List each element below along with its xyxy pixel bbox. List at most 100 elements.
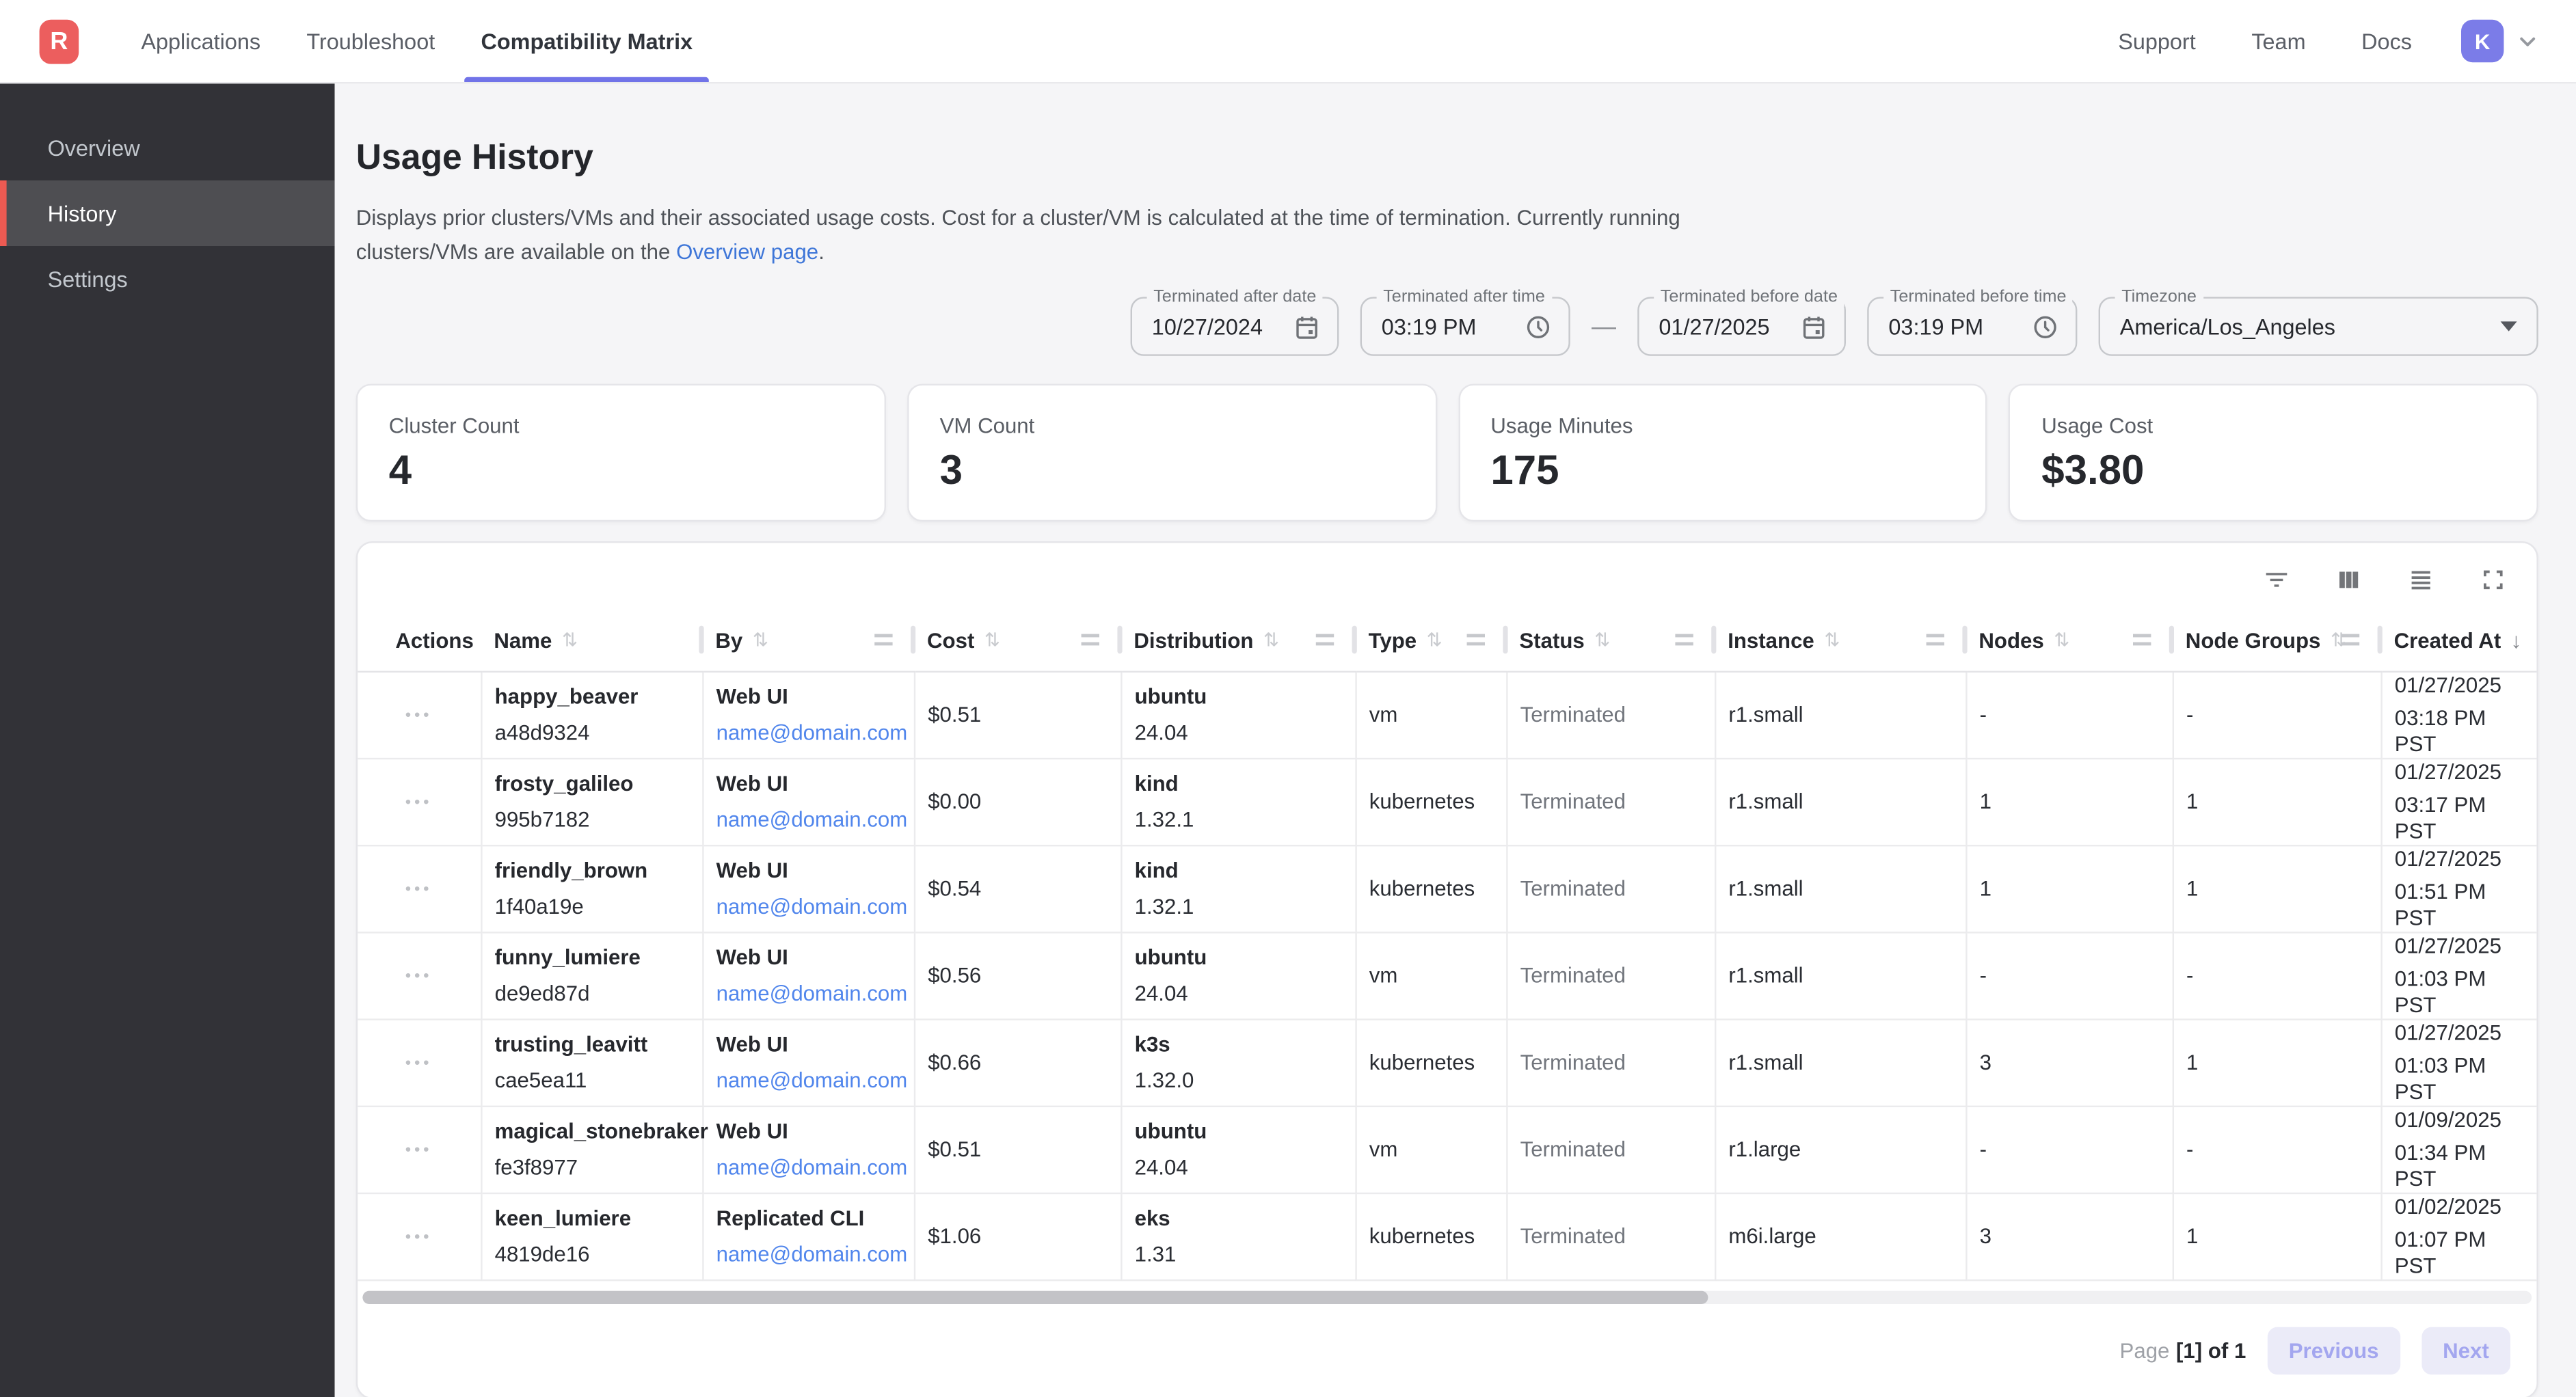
row-actions-button[interactable]: ••• bbox=[402, 704, 435, 729]
column-menu-icon[interactable] bbox=[1467, 634, 1485, 646]
page-label: Page bbox=[2120, 1338, 2170, 1362]
created-date: 01/09/2025 bbox=[2395, 1107, 2523, 1132]
distribution-name: ubuntu bbox=[1135, 944, 1341, 970]
previous-page-button[interactable]: Previous bbox=[2268, 1326, 2400, 1374]
type-value: vm bbox=[1369, 702, 1398, 727]
row-actions-button[interactable]: ••• bbox=[402, 791, 435, 815]
field-value[interactable]: 01/27/2025 bbox=[1659, 314, 1769, 339]
clock-icon[interactable] bbox=[2031, 312, 2059, 340]
table-row: ••• friendly_brown1f40a19e Web UIname@do… bbox=[358, 845, 2536, 932]
column-menu-icon[interactable] bbox=[1927, 634, 1944, 646]
field-label: Terminated after time bbox=[1377, 287, 1552, 307]
nav-item-support[interactable]: Support bbox=[2118, 29, 2196, 53]
created-by-email-link[interactable]: name@domain.com bbox=[716, 1241, 908, 1267]
nav-item-docs[interactable]: Docs bbox=[2361, 29, 2412, 53]
column-label: Actions bbox=[395, 628, 473, 653]
column-header-type[interactable]: Type⇅ bbox=[1355, 610, 1506, 671]
density-icon[interactable] bbox=[2407, 566, 2435, 594]
column-menu-icon[interactable] bbox=[2342, 634, 2359, 646]
avatar[interactable]: K bbox=[2461, 20, 2504, 62]
created-date: 01/02/2025 bbox=[2395, 1193, 2523, 1219]
cost-value: $0.66 bbox=[928, 1050, 981, 1074]
cluster-name: funny_lumiere bbox=[495, 944, 688, 970]
sidebar-item-settings[interactable]: Settings bbox=[0, 246, 335, 312]
column-menu-icon[interactable] bbox=[1316, 634, 1334, 646]
row-actions-button[interactable]: ••• bbox=[402, 1051, 435, 1076]
field-value[interactable]: 03:19 PM bbox=[1382, 314, 1477, 339]
filter-icon[interactable] bbox=[2263, 566, 2291, 594]
clock-icon[interactable] bbox=[1525, 312, 1553, 340]
created-by-email-link[interactable]: name@domain.com bbox=[716, 893, 908, 919]
column-menu-icon[interactable] bbox=[874, 634, 892, 646]
cluster-name: trusting_leavitt bbox=[495, 1031, 688, 1057]
created-by-email-link[interactable]: name@domain.com bbox=[716, 719, 908, 745]
filter-terminated-before-time[interactable]: Terminated before time 03:19 PM bbox=[1867, 297, 2077, 355]
created-by-email-link[interactable]: name@domain.com bbox=[716, 980, 908, 1006]
cost-value: $1.06 bbox=[928, 1223, 981, 1248]
nav-item-troubleshoot[interactable]: Troubleshoot bbox=[284, 0, 458, 82]
column-header-status[interactable]: Status⇅ bbox=[1506, 610, 1715, 671]
calendar-icon[interactable] bbox=[1800, 312, 1828, 340]
row-actions-button[interactable]: ••• bbox=[402, 1225, 435, 1250]
filter-terminated-after-time[interactable]: Terminated after time 03:19 PM bbox=[1360, 297, 1570, 355]
instance-value: r1.small bbox=[1728, 963, 1803, 988]
fullscreen-icon[interactable] bbox=[2479, 566, 2507, 594]
sort-icon: ⇅ bbox=[1824, 629, 1840, 652]
main-content: Usage History Displays prior clusters/VM… bbox=[335, 83, 2576, 1397]
column-header-created-at[interactable]: Created At↓ bbox=[2380, 610, 2536, 671]
row-actions-button[interactable]: ••• bbox=[402, 878, 435, 902]
nav-item-applications[interactable]: Applications bbox=[118, 0, 284, 82]
nav-item-team[interactable]: Team bbox=[2251, 29, 2305, 53]
field-value[interactable]: 03:19 PM bbox=[1888, 314, 1983, 339]
created-date: 01/27/2025 bbox=[2395, 1020, 2523, 1046]
replicated-logo[interactable]: R bbox=[40, 19, 79, 64]
created-by-email-link[interactable]: name@domain.com bbox=[716, 1067, 908, 1093]
filter-terminated-before-date[interactable]: Terminated before date 01/27/2025 bbox=[1637, 297, 1846, 355]
table-row: ••• happy_beavera48d9324 Web UIname@doma… bbox=[358, 671, 2536, 758]
column-label: Distribution bbox=[1133, 628, 1253, 653]
row-actions-button[interactable]: ••• bbox=[402, 964, 435, 989]
column-header-node-groups[interactable]: Node Groups⇅ bbox=[2173, 610, 2381, 671]
sidebar-item-overview[interactable]: Overview bbox=[0, 115, 335, 180]
row-actions-button[interactable]: ••• bbox=[402, 1139, 435, 1163]
page-value: [1] of 1 bbox=[2176, 1338, 2246, 1362]
next-page-button[interactable]: Next bbox=[2421, 1326, 2510, 1374]
horizontal-scrollbar[interactable] bbox=[362, 1290, 2532, 1303]
scrollbar-thumb[interactable] bbox=[362, 1290, 1707, 1303]
column-header-by[interactable]: By⇅ bbox=[702, 610, 914, 671]
table-toolbar bbox=[358, 543, 2536, 610]
sidebar: Overview History Settings bbox=[0, 83, 335, 1397]
overview-page-link[interactable]: Overview page bbox=[676, 239, 818, 264]
sidebar-item-history[interactable]: History bbox=[0, 180, 335, 246]
distribution-version: 24.04 bbox=[1135, 980, 1341, 1006]
caret-down-icon[interactable] bbox=[2501, 321, 2521, 331]
column-menu-icon[interactable] bbox=[2133, 634, 2151, 646]
column-header-nodes[interactable]: Nodes⇅ bbox=[1965, 610, 2172, 671]
column-menu-icon[interactable] bbox=[1675, 634, 1693, 646]
created-by-email-link[interactable]: name@domain.com bbox=[716, 806, 908, 832]
column-header-instance[interactable]: Instance⇅ bbox=[1715, 610, 1965, 671]
timezone-select[interactable]: Timezone America/Los_Angeles bbox=[2099, 297, 2538, 355]
created-time: 03:17 PM PST bbox=[2395, 791, 2523, 844]
filter-terminated-after-date[interactable]: Terminated after date 10/27/2024 bbox=[1131, 297, 1339, 355]
sort-desc-icon: ↓ bbox=[2511, 628, 2522, 653]
calendar-icon[interactable] bbox=[1293, 312, 1321, 340]
nav-item-compatibility-matrix[interactable]: Compatibility Matrix bbox=[458, 0, 716, 82]
field-value[interactable]: America/Los_Angeles bbox=[2120, 314, 2335, 339]
column-header-cost[interactable]: Cost⇅ bbox=[914, 610, 1121, 671]
column-header-name[interactable]: Name⇅ bbox=[481, 610, 702, 671]
created-date: 01/27/2025 bbox=[2395, 672, 2523, 698]
account-menu[interactable]: K bbox=[2461, 20, 2540, 62]
columns-icon[interactable] bbox=[2335, 566, 2363, 594]
stat-card-usage-cost: Usage Cost $3.80 bbox=[2009, 384, 2538, 522]
column-label: Name bbox=[494, 628, 552, 653]
column-header-distribution[interactable]: Distribution⇅ bbox=[1121, 610, 1355, 671]
created-by-source: Web UI bbox=[716, 1118, 900, 1144]
distribution-version: 24.04 bbox=[1135, 719, 1341, 745]
cluster-id: de9ed87d bbox=[495, 980, 688, 1006]
status-value: Terminated bbox=[1520, 1050, 1626, 1074]
created-by-email-link[interactable]: name@domain.com bbox=[716, 1154, 908, 1180]
column-menu-icon[interactable] bbox=[1082, 634, 1099, 646]
field-value[interactable]: 10/27/2024 bbox=[1152, 314, 1263, 339]
created-date: 01/27/2025 bbox=[2395, 759, 2523, 785]
